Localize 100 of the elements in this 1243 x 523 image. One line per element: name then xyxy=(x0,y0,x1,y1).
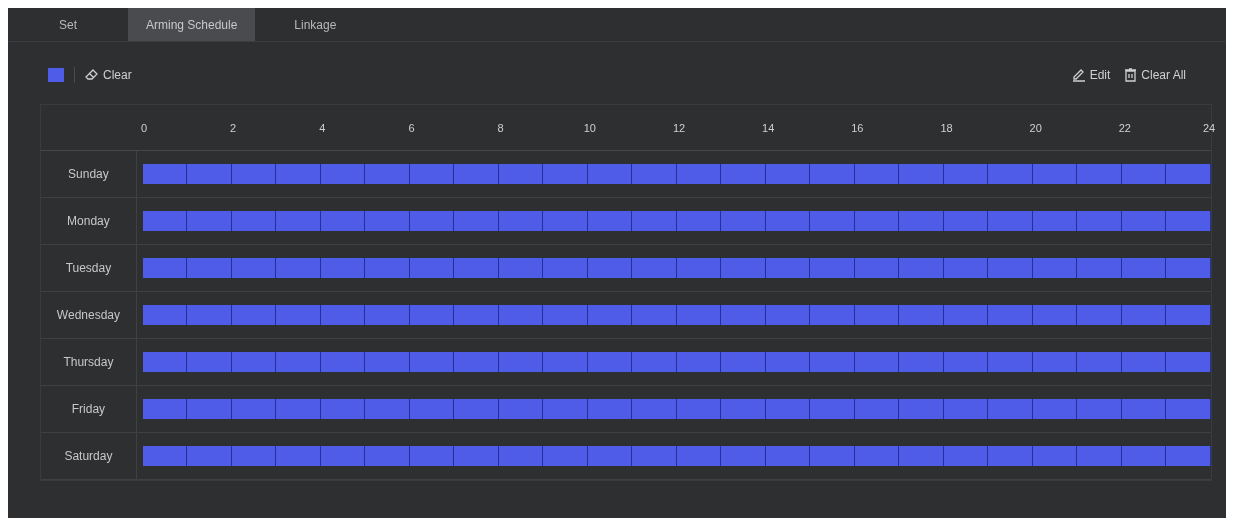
schedule-slot[interactable] xyxy=(1166,164,1211,184)
schedule-slot[interactable] xyxy=(765,211,811,231)
schedule-slot[interactable] xyxy=(1077,164,1122,184)
schedule-slot[interactable] xyxy=(320,164,366,184)
schedule-slot[interactable] xyxy=(943,399,989,419)
schedule-slot[interactable] xyxy=(676,305,722,325)
schedule-slot[interactable] xyxy=(365,352,410,372)
schedule-slot[interactable] xyxy=(899,305,944,325)
schedule-slot[interactable] xyxy=(1077,352,1122,372)
schedule-slot[interactable] xyxy=(1077,211,1122,231)
schedule-slot[interactable] xyxy=(988,446,1033,466)
schedule-slot[interactable] xyxy=(231,164,277,184)
schedule-slot[interactable] xyxy=(409,305,455,325)
schedule-slot[interactable] xyxy=(899,164,944,184)
schedule-slot[interactable] xyxy=(1166,211,1211,231)
schedule-slot[interactable] xyxy=(142,211,188,231)
schedule-slot[interactable] xyxy=(365,164,410,184)
tab[interactable]: Arming Schedule xyxy=(128,8,256,41)
schedule-slot[interactable] xyxy=(365,305,410,325)
schedule-slot[interactable] xyxy=(988,399,1033,419)
schedule-slot[interactable] xyxy=(632,211,677,231)
schedule-slot[interactable] xyxy=(365,258,410,278)
schedule-slot[interactable] xyxy=(1121,399,1167,419)
schedule-slot[interactable] xyxy=(1121,305,1167,325)
schedule-slot[interactable] xyxy=(854,164,900,184)
schedule-slot[interactable] xyxy=(1121,211,1167,231)
schedule-slot[interactable] xyxy=(721,258,766,278)
schedule-slot[interactable] xyxy=(943,211,989,231)
schedule-slot[interactable] xyxy=(1077,258,1122,278)
schedule-slot[interactable] xyxy=(498,305,544,325)
schedule-slot[interactable] xyxy=(943,258,989,278)
schedule-slot[interactable] xyxy=(1077,446,1122,466)
schedule-slot[interactable] xyxy=(810,399,855,419)
schedule-slot[interactable] xyxy=(231,305,277,325)
schedule-slot[interactable] xyxy=(676,446,722,466)
schedule-slot[interactable] xyxy=(1166,305,1211,325)
schedule-slot[interactable] xyxy=(676,352,722,372)
color-swatch[interactable] xyxy=(48,68,64,82)
schedule-slot[interactable] xyxy=(899,399,944,419)
schedule-slot[interactable] xyxy=(187,258,232,278)
schedule-slot[interactable] xyxy=(1121,164,1167,184)
schedule-slot[interactable] xyxy=(721,211,766,231)
schedule-slot[interactable] xyxy=(543,399,588,419)
schedule-slot[interactable] xyxy=(454,446,499,466)
schedule-slot[interactable] xyxy=(454,399,499,419)
schedule-slot[interactable] xyxy=(454,211,499,231)
schedule-slot[interactable] xyxy=(943,164,989,184)
schedule-slot[interactable] xyxy=(676,258,722,278)
schedule-slot[interactable] xyxy=(988,164,1033,184)
schedule-slot[interactable] xyxy=(454,352,499,372)
schedule-slot[interactable] xyxy=(721,446,766,466)
schedule-slot[interactable] xyxy=(765,305,811,325)
schedule-slot[interactable] xyxy=(187,446,232,466)
schedule-slot[interactable] xyxy=(320,258,366,278)
schedule-slot[interactable] xyxy=(1032,352,1078,372)
schedule-slot[interactable] xyxy=(543,258,588,278)
schedule-slot[interactable] xyxy=(854,305,900,325)
schedule-slot[interactable] xyxy=(276,258,321,278)
schedule-slot[interactable] xyxy=(320,352,366,372)
schedule-slot[interactable] xyxy=(810,164,855,184)
schedule-slot[interactable] xyxy=(276,399,321,419)
clear-all-button[interactable]: Clear All xyxy=(1124,66,1186,84)
schedule-slot[interactable] xyxy=(320,211,366,231)
schedule-slot[interactable] xyxy=(142,305,188,325)
schedule-slot[interactable] xyxy=(498,399,544,419)
schedule-slot[interactable] xyxy=(854,446,900,466)
schedule-slot[interactable] xyxy=(810,211,855,231)
schedule-slot[interactable] xyxy=(721,305,766,325)
schedule-slot[interactable] xyxy=(409,352,455,372)
schedule-slot[interactable] xyxy=(854,399,900,419)
schedule-slot[interactable] xyxy=(587,211,633,231)
schedule-slot[interactable] xyxy=(365,446,410,466)
schedule-slot[interactable] xyxy=(1032,164,1078,184)
schedule-slot[interactable] xyxy=(587,164,633,184)
schedule-slot[interactable] xyxy=(587,446,633,466)
schedule-slot[interactable] xyxy=(943,446,989,466)
schedule-slot[interactable] xyxy=(187,399,232,419)
schedule-slot[interactable] xyxy=(765,258,811,278)
clear-button[interactable]: Clear xyxy=(85,66,132,84)
schedule-slot[interactable] xyxy=(365,211,410,231)
schedule-slot[interactable] xyxy=(276,211,321,231)
schedule-slot[interactable] xyxy=(187,164,232,184)
schedule-slot[interactable] xyxy=(454,305,499,325)
schedule-slot[interactable] xyxy=(899,352,944,372)
schedule-slot[interactable] xyxy=(587,399,633,419)
schedule-slot[interactable] xyxy=(142,399,188,419)
schedule-slot[interactable] xyxy=(899,446,944,466)
schedule-slot[interactable] xyxy=(1121,446,1167,466)
schedule-slot[interactable] xyxy=(632,352,677,372)
schedule-slot[interactable] xyxy=(187,305,232,325)
schedule-slot[interactable] xyxy=(320,305,366,325)
schedule-slot[interactable] xyxy=(1121,258,1167,278)
schedule-slot[interactable] xyxy=(1032,399,1078,419)
schedule-slot[interactable] xyxy=(142,164,188,184)
schedule-slot[interactable] xyxy=(587,305,633,325)
schedule-slot[interactable] xyxy=(276,352,321,372)
schedule-slot[interactable] xyxy=(632,164,677,184)
schedule-slot[interactable] xyxy=(409,399,455,419)
schedule-slot[interactable] xyxy=(810,352,855,372)
schedule-slot[interactable] xyxy=(765,352,811,372)
